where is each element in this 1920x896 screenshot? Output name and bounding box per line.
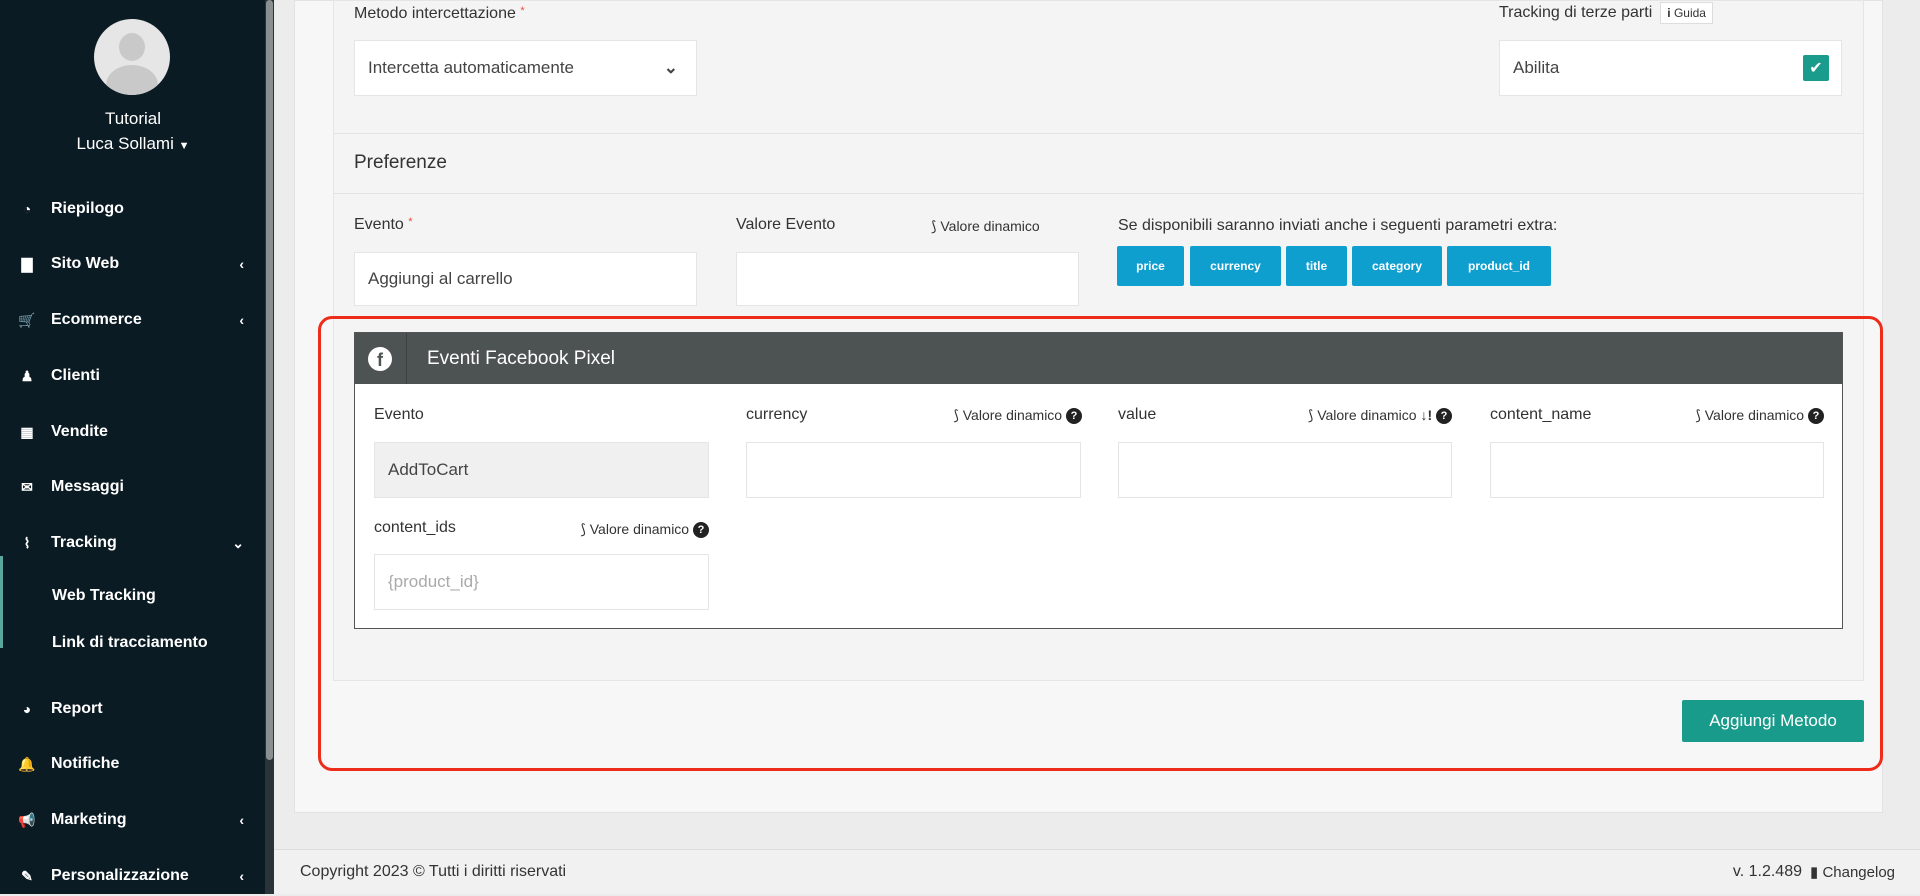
copyright: Copyright 2023 © Tutti i diritti riserva… <box>300 863 567 880</box>
chevron-icon: ⌄ <box>232 534 244 551</box>
calculator-icon: ▦ <box>20 423 34 440</box>
org-name: Tutorial <box>104 109 162 128</box>
sidebar-item-label: Tracking <box>51 534 117 551</box>
checkbox-checked-icon[interactable]: ✔ <box>1803 55 1829 81</box>
param-title[interactable]: title <box>1286 246 1347 286</box>
sidebar-item-personalizzazione[interactable]: ✎ Personalizzazione ‹ <box>0 856 266 896</box>
person-icon: ♟ <box>20 367 34 384</box>
metodo-label: Metodo intercettazione * <box>354 5 525 22</box>
envelope-icon: ✉ <box>21 478 33 495</box>
param-currency[interactable]: currency <box>1190 246 1281 286</box>
sidebar-scrollbar-thumb[interactable] <box>266 0 273 760</box>
chevron-icon: ‹ <box>239 868 244 884</box>
sidebar-item-clienti[interactable]: ♟ Clienti <box>0 356 266 396</box>
file-icon: ▇ <box>21 255 33 272</box>
changelog-link[interactable]: ▮ Changelog <box>1810 863 1895 881</box>
book-icon: ▮ <box>1810 864 1819 881</box>
sidebar-item-label: Notifiche <box>51 755 120 772</box>
pie-chart-icon: ◕ <box>22 701 32 717</box>
guida-button[interactable]: i Guida <box>1660 2 1713 24</box>
evento-input[interactable]: Aggiungi al carrello <box>354 252 697 306</box>
sidebar-item-label: Vendite <box>51 423 108 440</box>
valore-evento-input[interactable] <box>736 252 1079 306</box>
param-product-id[interactable]: product_id <box>1447 246 1551 286</box>
sidebar-item-tracking[interactable]: ⌇ Tracking ⌄ <box>0 523 266 563</box>
chevron-icon: ‹ <box>239 812 244 828</box>
footer: Copyright 2023 © Tutti i diritti riserva… <box>274 849 1920 894</box>
sidebar-item-marketing[interactable]: 📢 Marketing ‹ <box>0 800 266 840</box>
sidebar-item-messaggi[interactable]: ✉ Messaggi <box>0 467 266 507</box>
sidebar-item-vendite[interactable]: ▦ Vendite <box>0 412 266 452</box>
sidebar-item-label: Messaggi <box>51 478 124 495</box>
megaphone-icon: 📢 <box>18 811 36 828</box>
sidebar-subitem-link-tracciamento[interactable]: Link di tracciamento <box>52 634 208 652</box>
sidebar-item-label: Personalizzazione <box>51 867 189 884</box>
divider <box>333 193 1864 194</box>
sidebar-item-label: Marketing <box>51 811 127 828</box>
sidebar-item-label: Sito Web <box>51 255 120 272</box>
param-price[interactable]: price <box>1117 246 1184 286</box>
bell-icon: 🔔 <box>18 755 36 772</box>
magic-icon: ⟆ <box>931 218 937 234</box>
aggiungi-metodo-button[interactable]: Aggiungi Metodo <box>1682 700 1864 742</box>
sidebar: Tutorial Luca Sollami ▼ ◔ Riepilogo ▇ Sito … <box>0 0 266 894</box>
info-icon: i <box>1667 6 1671 20</box>
sidebar-item-label: Ecommerce <box>51 311 142 328</box>
chart-line-icon: ⌇ <box>23 534 31 551</box>
avatar[interactable] <box>94 19 170 95</box>
metodo-value: Intercetta automaticamente <box>368 58 575 77</box>
chevron-down-icon: ⌄ <box>663 58 678 77</box>
sidebar-subitem-web-tracking[interactable]: Web Tracking <box>52 587 156 605</box>
user-name: Luca Sollami <box>76 134 174 153</box>
version: v. 1.2.489 <box>1732 863 1802 880</box>
brush-icon: ✎ <box>21 867 33 884</box>
valore-evento-label: Valore Evento <box>736 216 836 233</box>
sidebar-item-report[interactable]: ◕ Report <box>0 689 266 729</box>
preferenze-heading: Preferenze <box>354 152 447 173</box>
sidebar-item-label: Riepilogo <box>51 200 124 217</box>
metodo-select[interactable]: Intercetta automaticamente ⌄ <box>354 40 697 96</box>
sidebar-item-riepilogo[interactable]: ◔ Riepilogo <box>0 189 266 229</box>
sidebar-item-label: Clienti <box>51 367 100 384</box>
sidebar-item-ecommerce[interactable]: 🛒 Ecommerce ‹ <box>0 300 266 340</box>
active-indicator <box>0 556 3 648</box>
valore-dinamico-link[interactable]: ⟆ Valore dinamico <box>931 218 1040 235</box>
terze-parti-label: Tracking di terze parti i Guida <box>1499 2 1713 24</box>
terze-parti-field[interactable]: Abilita ✔ <box>1499 40 1842 96</box>
caret-down-icon: ▼ <box>178 140 190 152</box>
sidebar-item-label: Report <box>51 700 103 717</box>
extra-params-label: Se disponibili saranno inviati anche i s… <box>1118 217 1558 234</box>
cart-icon: 🛒 <box>18 311 36 328</box>
dashboard-icon: ◔ <box>22 201 32 217</box>
user-menu[interactable]: Luca Sollami ▼ <box>0 131 266 159</box>
param-category[interactable]: category <box>1352 246 1442 286</box>
chevron-icon: ‹ <box>239 312 244 328</box>
evento-label: Evento * <box>354 216 413 233</box>
highlight-box <box>318 316 1883 771</box>
sidebar-item-notifiche[interactable]: 🔔 Notifiche <box>0 744 266 784</box>
chevron-icon: ‹ <box>239 256 244 272</box>
terze-parti-value: Abilita <box>1513 58 1560 77</box>
divider <box>333 133 1864 134</box>
sidebar-item-sito-web[interactable]: ▇ Sito Web ‹ <box>0 244 266 284</box>
